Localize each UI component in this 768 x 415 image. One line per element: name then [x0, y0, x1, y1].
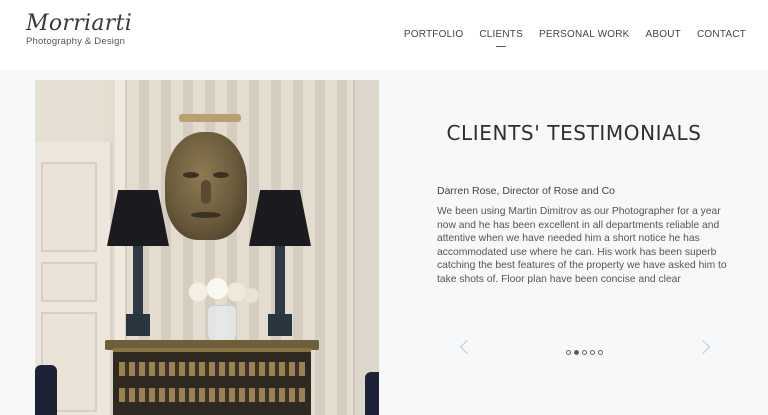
picture-light [179, 114, 241, 122]
logo-subtitle: Photography & Design [26, 36, 126, 47]
testimonial-author: Darren Rose, Director of Rose and Co [437, 185, 615, 197]
slider-pagination [566, 350, 603, 355]
slide-dot-2[interactable] [574, 350, 579, 355]
page-title: CLIENTS' TESTIMONIALS [446, 121, 702, 145]
lamp-base-right [268, 314, 292, 336]
logo-script: Morriarti [26, 11, 133, 36]
flower-arrangement [183, 275, 259, 309]
next-slide-icon[interactable] [695, 339, 711, 355]
nav-portfolio[interactable]: PORTFOLIO [404, 29, 463, 40]
chair-left [35, 365, 57, 415]
testimonials-section: CLIENTS' TESTIMONIALS Darren Rose, Direc… [0, 70, 768, 415]
testimonial-text: We been using Martin Dimitrov as our Pho… [437, 206, 727, 285]
desk-inlay [119, 362, 305, 376]
door-panel [41, 262, 97, 302]
desk-inlay [119, 388, 305, 402]
interior-photo [35, 80, 379, 415]
slide-dot-5[interactable] [598, 350, 603, 355]
mask-eye [183, 172, 199, 178]
nav-about[interactable]: ABOUT [646, 29, 681, 40]
nav-clients[interactable]: CLIENTS [479, 29, 523, 40]
slide-dot-1[interactable] [566, 350, 571, 355]
slide-dot-3[interactable] [582, 350, 587, 355]
slide-dot-4[interactable] [590, 350, 595, 355]
lamp-stem-left [133, 246, 143, 314]
previous-slide-icon[interactable] [459, 339, 475, 355]
chair-right [365, 372, 379, 415]
nav-personal-work[interactable]: PERSONAL WORK [539, 29, 630, 40]
mask-nose [201, 180, 211, 204]
logo[interactable]: Morriarti Photography & Design [26, 11, 133, 48]
site-header: Morriarti Photography & Design PORTFOLIO… [0, 0, 768, 70]
door-panel [41, 162, 97, 252]
bronze-mask-sculpture [165, 132, 247, 240]
lamp-stem-right [275, 246, 285, 314]
main-nav: PORTFOLIO CLIENTS PERSONAL WORK ABOUT CO… [388, 29, 746, 40]
testimonial-slider: CLIENTS' TESTIMONIALS Darren Rose, Direc… [380, 70, 768, 415]
lamp-base-left [126, 314, 150, 336]
ornate-desk [113, 348, 311, 415]
mask-eye [213, 172, 229, 178]
glass-vase [207, 305, 237, 345]
doorway-frame [353, 80, 379, 415]
nav-contact[interactable]: CONTACT [697, 29, 746, 40]
mask-mouth [191, 212, 221, 218]
